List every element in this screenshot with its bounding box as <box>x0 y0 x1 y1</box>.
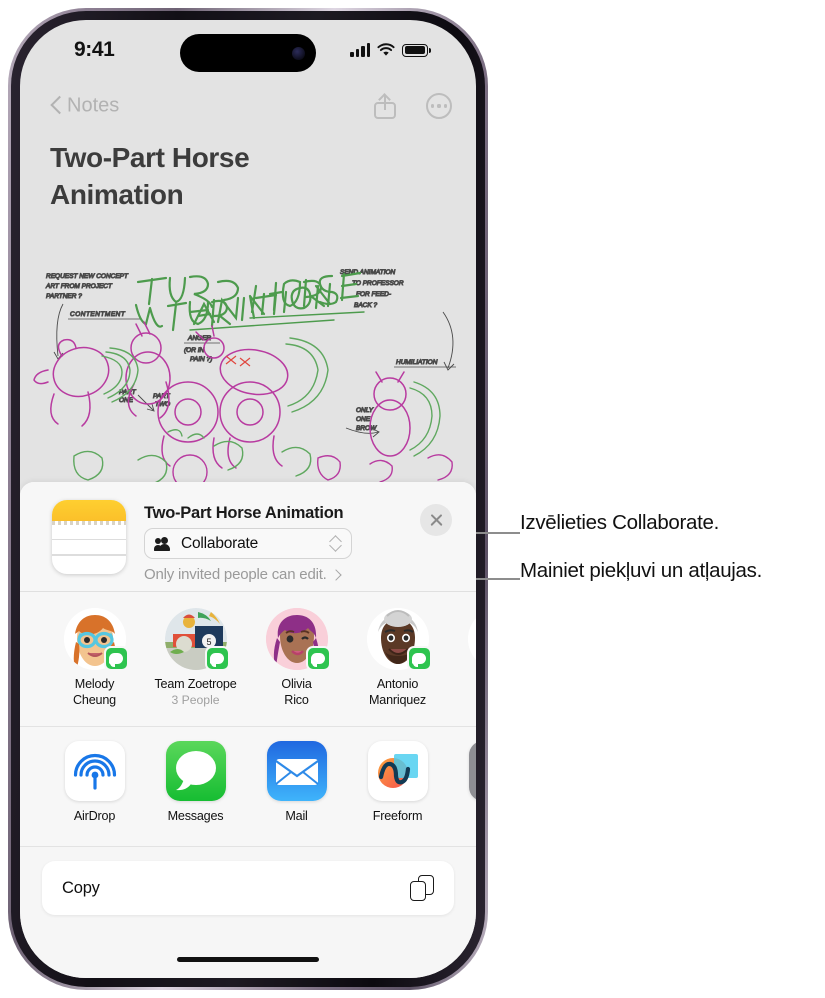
list-item[interactable]: Mail <box>246 741 347 823</box>
apps-row[interactable]: AirDrop Messages Mail Freeform <box>20 727 476 847</box>
list-item[interactable]: Freeform <box>347 741 448 823</box>
messages-badge-icon <box>204 646 230 671</box>
app-label: Freeform <box>372 809 423 823</box>
svg-text:REQUEST NEW CONCEPT: REQUEST NEW CONCEPT <box>46 273 129 280</box>
messages-icon <box>165 741 226 801</box>
contact-subtitle: 3 People <box>171 692 220 707</box>
svg-text:CONTENTMENT: CONTENTMENT <box>70 311 126 318</box>
chevron-right-icon <box>332 568 340 581</box>
freeform-icon <box>367 741 428 801</box>
svg-text:FOR FEED-: FOR FEED- <box>356 291 392 298</box>
callout-text: Mainiet piekļuvi un atļaujas. <box>520 559 762 582</box>
svg-text:PARTNER ?: PARTNER ? <box>46 293 82 300</box>
contacts-row[interactable]: Melody Cheung 5 Team Zoetrope 3 People O… <box>20 592 476 727</box>
action-label: Copy <box>62 878 100 897</box>
shared-item-title: Two-Part Horse Animation <box>144 504 344 522</box>
messages-badge-icon <box>406 646 432 671</box>
app-label: Messages <box>167 809 224 823</box>
airdrop-icon <box>64 741 125 801</box>
contact-name: Team Zoetrope <box>154 677 237 691</box>
nav-bar: Notes <box>20 78 476 134</box>
avatar: 5 <box>164 608 230 671</box>
status-indicators <box>350 43 431 57</box>
list-item[interactable]: AirDrop <box>44 741 145 823</box>
share-icon[interactable] <box>374 93 396 119</box>
phone-bezel: 9:41 Notes Two-Part Horse Animation REQU… <box>11 11 485 987</box>
messages-badge-icon <box>305 646 331 671</box>
avatar <box>467 608 476 670</box>
list-item[interactable]: W <box>448 741 476 823</box>
phone-screen: 9:41 Notes Two-Part Horse Animation REQU… <box>20 20 476 978</box>
back-to-notes-button[interactable]: Notes <box>50 95 119 118</box>
status-bar: 9:41 <box>20 20 476 78</box>
list-item[interactable]: Messages <box>145 741 246 823</box>
note-title: Two-Part Horse Animation <box>50 142 250 210</box>
svg-text:ART FROM PROJECT: ART FROM PROJECT <box>45 283 113 290</box>
svg-text:ONLY: ONLY <box>356 407 374 414</box>
back-label: Notes <box>67 94 120 117</box>
callout-text: Izvēlieties Collaborate. <box>520 511 720 534</box>
copy-icon <box>410 875 434 901</box>
more-apps-icon <box>468 741 476 801</box>
collaborate-label: Collaborate <box>181 534 259 552</box>
svg-text:(OR IN: (OR IN <box>184 347 205 354</box>
permissions-label: Only invited people can edit. <box>144 566 327 583</box>
svg-text:TO PROFESSOR: TO PROFESSOR <box>352 280 404 287</box>
list-item[interactable]: Antonio Manriquez <box>347 608 448 708</box>
more-ellipsis-icon[interactable] <box>426 93 452 119</box>
close-x-icon[interactable] <box>420 504 452 536</box>
avatar <box>63 608 129 671</box>
share-sheet: Two-Part Horse Animation Collaborate Onl… <box>20 482 476 978</box>
battery-icon <box>402 43 431 57</box>
phone-frame: 9:41 Notes Two-Part Horse Animation REQU… <box>8 8 488 990</box>
contact-name: Melody Cheung <box>73 677 116 707</box>
actions-list: Copy <box>20 847 476 915</box>
list-item[interactable]: 5 Team Zoetrope 3 People <box>145 608 246 709</box>
nav-actions <box>374 93 452 119</box>
copy-action-row[interactable]: Copy <box>42 861 454 915</box>
home-indicator[interactable] <box>177 956 319 962</box>
list-item[interactable]: Melody Cheung <box>44 608 145 708</box>
chevron-left-icon <box>50 97 61 116</box>
svg-text:HUMILIATION: HUMILIATION <box>396 359 438 366</box>
avatar <box>366 608 432 671</box>
contact-name: P <box>448 677 476 693</box>
two-people-icon <box>154 536 174 551</box>
front-camera-icon <box>292 46 305 60</box>
mail-icon <box>266 741 327 801</box>
contact-name: Olivia Rico <box>281 677 312 707</box>
svg-text:BACK ?: BACK ? <box>354 302 378 309</box>
list-item[interactable]: Olivia Rico <box>246 608 347 708</box>
contact-name: Antonio Manriquez <box>369 677 426 707</box>
svg-text:BROW: BROW <box>356 425 377 432</box>
up-down-chevron-icon <box>330 535 341 552</box>
notes-app-icon <box>52 500 126 574</box>
svg-text:ONE: ONE <box>356 416 371 423</box>
avatar <box>265 608 331 671</box>
app-label: Mail <box>285 809 308 823</box>
share-sheet-header: Two-Part Horse Animation Collaborate Onl… <box>20 482 476 592</box>
svg-text:ONE: ONE <box>119 397 134 404</box>
dynamic-island <box>180 34 316 72</box>
status-time: 9:41 <box>74 38 115 61</box>
signal-bars-icon <box>350 43 370 57</box>
wifi-icon <box>377 43 395 57</box>
collaborate-dropdown-button[interactable]: Collaborate <box>144 528 352 559</box>
app-label: W <box>448 809 476 823</box>
app-label: AirDrop <box>73 809 116 823</box>
note-sketch-image: REQUEST NEW CONCEPT ART FROM PROJECT PAR… <box>20 260 476 500</box>
messages-badge-icon <box>103 646 129 671</box>
permissions-button[interactable]: Only invited people can edit. <box>144 566 340 583</box>
screenshot-root: 9:41 Notes Two-Part Horse Animation REQU… <box>0 0 825 998</box>
list-item[interactable]: P <box>448 608 476 693</box>
